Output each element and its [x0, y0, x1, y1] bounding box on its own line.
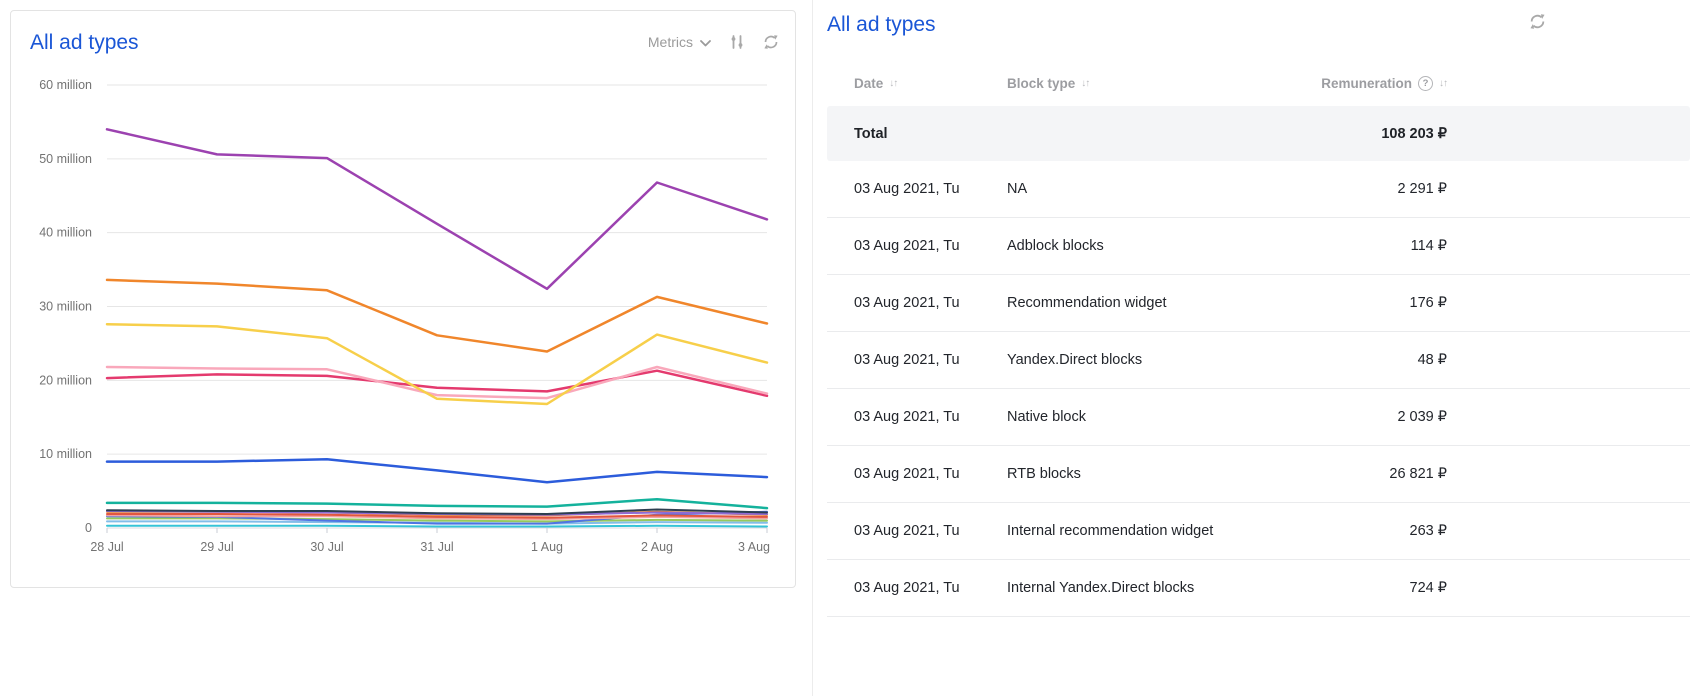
- table-row: 03 Aug 2021, Tu RTB blocks 26 821 ₽: [827, 446, 1690, 503]
- row-date: 03 Aug 2021, Tu: [854, 295, 1007, 311]
- sort-icon[interactable]: ↓↑: [1439, 78, 1447, 89]
- row-remuneration: 176 ₽: [1279, 295, 1447, 311]
- data-table: Date ↓↑ Block type ↓↑ Remuneration ? ↓↑ …: [827, 60, 1690, 617]
- teal-line: [107, 499, 767, 508]
- y-axis-tick-label: 30 million: [39, 300, 92, 314]
- table-total-row: Total 108 203 ₽: [827, 106, 1690, 161]
- table-row: 03 Aug 2021, Tu Internal Yandex.Direct b…: [827, 560, 1690, 617]
- x-axis-tick-label: 30 Jul: [310, 540, 343, 554]
- row-remuneration: 2 039 ₽: [1279, 409, 1447, 425]
- table-row: 03 Aug 2021, Tu Native block 2 039 ₽: [827, 389, 1690, 446]
- row-block-type: Yandex.Direct blocks: [1007, 352, 1279, 368]
- chart-card: All ad types Metrics: [10, 10, 796, 588]
- crimson-line: [107, 371, 767, 396]
- y-axis-tick-label: 50 million: [39, 152, 92, 166]
- refresh-icon[interactable]: [763, 34, 779, 50]
- total-remuneration: 108 203 ₽: [1279, 126, 1447, 142]
- row-block-type: Adblock blocks: [1007, 238, 1279, 254]
- blue-line: [107, 459, 767, 482]
- row-date: 03 Aug 2021, Tu: [854, 580, 1007, 596]
- row-date: 03 Aug 2021, Tu: [854, 466, 1007, 482]
- column-header-remuneration[interactable]: Remuneration ? ↓↑: [1279, 76, 1447, 91]
- table-header-row: Date ↓↑ Block type ↓↑ Remuneration ? ↓↑: [827, 60, 1690, 106]
- x-axis-tick-label: 1 Aug: [531, 540, 563, 554]
- row-block-type: Internal recommendation widget: [1007, 523, 1279, 539]
- table-row: 03 Aug 2021, Tu Recommendation widget 17…: [827, 275, 1690, 332]
- column-header-date[interactable]: Date ↓↑: [854, 76, 1007, 91]
- row-date: 03 Aug 2021, Tu: [854, 409, 1007, 425]
- y-axis-tick-label: 0: [85, 521, 92, 535]
- total-label: Total: [854, 126, 1007, 142]
- metrics-dropdown[interactable]: Metrics: [648, 34, 711, 50]
- metrics-dropdown-label: Metrics: [648, 34, 693, 50]
- line-chart: 0 10 million 20 million 30 million 40 millio…: [15, 61, 790, 576]
- table-title: All ad types: [827, 13, 936, 37]
- y-axis-tick-label: 10 million: [39, 447, 92, 461]
- orange-line: [107, 280, 767, 352]
- y-axis-tick-label: 60 million: [39, 78, 92, 92]
- sort-icon[interactable]: ↓↑: [889, 78, 897, 89]
- row-remuneration: 2 291 ₽: [1279, 181, 1447, 197]
- table-row: 03 Aug 2021, Tu NA 2 291 ₽: [827, 161, 1690, 218]
- row-block-type: NA: [1007, 181, 1279, 197]
- row-block-type: Internal Yandex.Direct blocks: [1007, 580, 1279, 596]
- x-axis-tick-label: 31 Jul: [420, 540, 453, 554]
- row-date: 03 Aug 2021, Tu: [854, 181, 1007, 197]
- refresh-icon[interactable]: [1529, 13, 1546, 30]
- x-axis-tick-label: 3 Aug: [738, 540, 770, 554]
- chart-title: All ad types: [30, 31, 139, 55]
- chart-header: All ad types Metrics: [11, 11, 795, 65]
- row-remuneration: 26 821 ₽: [1279, 466, 1447, 482]
- row-remuneration: 263 ₽: [1279, 523, 1447, 539]
- table-row: 03 Aug 2021, Tu Yandex.Direct blocks 48 …: [827, 332, 1690, 389]
- row-remuneration: 114 ₽: [1279, 238, 1447, 254]
- x-axis-tick-label: 2 Aug: [641, 540, 673, 554]
- purple-line: [107, 129, 767, 288]
- row-date: 03 Aug 2021, Tu: [854, 523, 1007, 539]
- row-date: 03 Aug 2021, Tu: [854, 238, 1007, 254]
- sort-icon[interactable]: ↓↑: [1081, 78, 1089, 89]
- table-card: All ad types Date ↓↑ Block type ↓↑ Remun…: [812, 0, 1703, 696]
- column-header-block-type[interactable]: Block type ↓↑: [1007, 76, 1279, 91]
- sliders-icon[interactable]: [729, 34, 745, 50]
- light-pink-line: [107, 367, 767, 398]
- y-axis-tick-label: 40 million: [39, 226, 92, 240]
- x-axis-tick-label: 28 Jul: [90, 540, 123, 554]
- chevron-down-icon: [700, 34, 711, 50]
- row-remuneration: 48 ₽: [1279, 352, 1447, 368]
- table-row: 03 Aug 2021, Tu Adblock blocks 114 ₽: [827, 218, 1690, 275]
- table-row: 03 Aug 2021, Tu Internal recommendation …: [827, 503, 1690, 560]
- row-block-type: Native block: [1007, 409, 1279, 425]
- row-block-type: Recommendation widget: [1007, 295, 1279, 311]
- cyan-line: [107, 526, 767, 527]
- help-icon[interactable]: ?: [1418, 76, 1433, 91]
- row-block-type: RTB blocks: [1007, 466, 1279, 482]
- y-axis-tick-label: 20 million: [39, 373, 92, 387]
- row-date: 03 Aug 2021, Tu: [854, 352, 1007, 368]
- row-remuneration: 724 ₽: [1279, 580, 1447, 596]
- x-axis-tick-label: 29 Jul: [200, 540, 233, 554]
